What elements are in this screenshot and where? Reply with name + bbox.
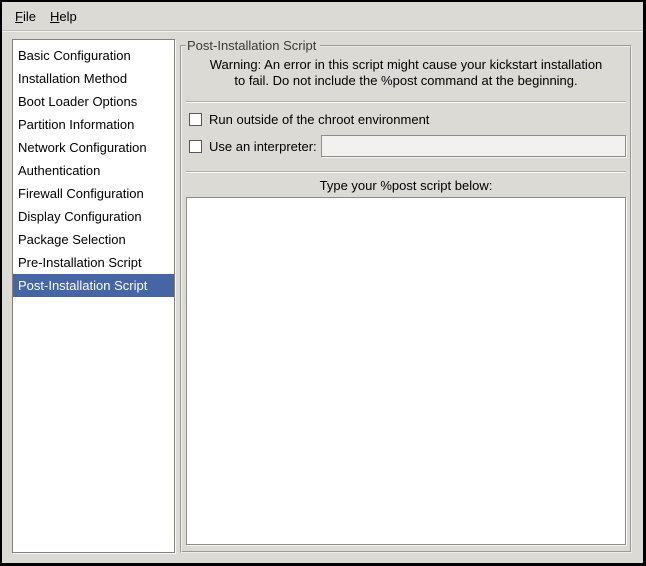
sidebar-item-authentication[interactable]: Authentication xyxy=(13,159,174,182)
separator xyxy=(186,101,626,103)
frame-title: Post-Installation Script xyxy=(186,38,320,53)
warning-text: Warning: An error in this script might c… xyxy=(186,57,626,89)
sidebar-item-package-selection[interactable]: Package Selection xyxy=(13,228,174,251)
sidebar-item-network-configuration[interactable]: Network Configuration xyxy=(13,136,174,159)
post-installation-frame: Post-Installation Script Warning: An err… xyxy=(180,38,632,553)
separator xyxy=(186,171,626,173)
menu-file[interactable]: File xyxy=(8,6,43,27)
script-prompt-label: Type your %post script below: xyxy=(186,178,626,194)
sidebar-item-display-configuration[interactable]: Display Configuration xyxy=(13,205,174,228)
interpreter-checkbox-row: Use an interpreter: xyxy=(186,135,626,157)
sidebar-item-installation-method[interactable]: Installation Method xyxy=(13,67,174,90)
menubar: File Help xyxy=(2,2,643,31)
interpreter-input[interactable] xyxy=(321,135,626,157)
sidebar-item-partition-information[interactable]: Partition Information xyxy=(13,113,174,136)
section-list: Basic Configuration Installation Method … xyxy=(12,39,175,553)
run-outside-chroot-checkbox[interactable] xyxy=(189,113,202,126)
sidebar-item-pre-installation-script[interactable]: Pre-Installation Script xyxy=(13,251,174,274)
sidebar-item-post-installation-script[interactable]: Post-Installation Script xyxy=(13,274,174,297)
sidebar-item-boot-loader-options[interactable]: Boot Loader Options xyxy=(13,90,174,113)
chroot-checkbox-row: Run outside of the chroot environment xyxy=(186,108,626,130)
post-script-textarea[interactable] xyxy=(186,197,626,545)
run-outside-chroot-label[interactable]: Run outside of the chroot environment xyxy=(209,112,429,127)
menu-help[interactable]: Help xyxy=(43,6,84,27)
kickstart-configurator-window: File Help Basic Configuration Installati… xyxy=(0,0,646,566)
use-interpreter-checkbox[interactable] xyxy=(189,140,202,153)
warning-line-1: Warning: An error in this script might c… xyxy=(186,57,626,73)
sidebar-item-firewall-configuration[interactable]: Firewall Configuration xyxy=(13,182,174,205)
warning-line-2: to fail. Do not include the %post comman… xyxy=(186,73,626,89)
sidebar-item-basic-configuration[interactable]: Basic Configuration xyxy=(13,44,174,67)
use-interpreter-label[interactable]: Use an interpreter: xyxy=(209,139,317,154)
